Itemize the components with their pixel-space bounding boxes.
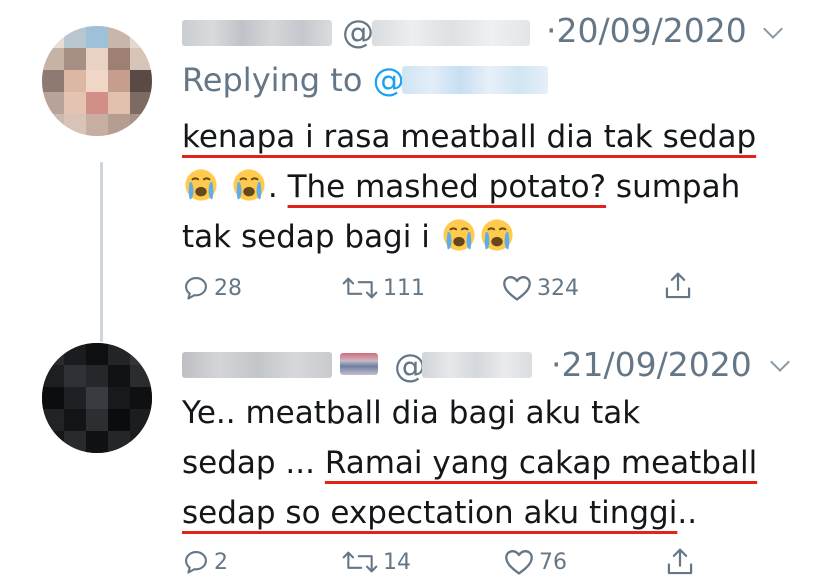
like-button[interactable]: 324: [501, 274, 579, 302]
replying-to-label: Replying to: [182, 61, 373, 99]
tweet-date[interactable]: ·20/09/2020: [546, 11, 747, 51]
reply-icon: [185, 277, 207, 300]
loudly-crying-face-icon: [480, 218, 514, 252]
tweet-text: Ye.. meatball dia bagi aku tak sedap ...…: [182, 388, 757, 538]
display-name-redacted[interactable]: [182, 352, 332, 378]
user-avatar[interactable]: [42, 343, 152, 453]
handle-redacted[interactable]: [422, 352, 532, 378]
handle-at-sign: @: [342, 13, 374, 51]
retweet-icon: [342, 551, 378, 573]
share-icon: [667, 548, 693, 575]
retweet-button[interactable]: 111: [341, 274, 425, 302]
tweet-text-underlined: sedap so expectation aku tinggi: [182, 495, 678, 531]
user-avatar[interactable]: [42, 26, 152, 136]
tweet-text-underlined: The mashed potato?: [287, 169, 607, 205]
tweet-text: kenapa i rasa meatball dia tak sedap . T…: [182, 112, 756, 262]
thread-connector-line: [100, 162, 103, 342]
reply-icon: [185, 551, 207, 574]
tweet-text-fragment: ..: [677, 495, 698, 531]
flag-emoji-redacted: [340, 353, 378, 375]
chevron-down-icon[interactable]: [770, 352, 790, 372]
chevron-down-icon[interactable]: [763, 19, 783, 39]
loudly-crying-face-icon: [442, 218, 476, 252]
handle-redacted[interactable]: [372, 20, 530, 46]
tweet-text-line: kenapa i rasa meatball dia tak sedap: [182, 119, 757, 155]
tweet-text-underlined: Ramai yang cakap meatball: [324, 445, 758, 481]
tweet-text-fragment: .: [267, 169, 288, 205]
heart-icon: [503, 276, 531, 301]
reply-button[interactable]: 28: [182, 274, 242, 302]
pixelated-avatar-icon: [42, 343, 152, 453]
like-button[interactable]: 76: [503, 548, 567, 576]
retweet-count: 111: [383, 275, 425, 301]
pixelated-avatar-icon: [42, 26, 152, 136]
reply-count: 2: [214, 549, 228, 575]
display-name-redacted[interactable]: [182, 20, 332, 46]
share-button[interactable]: [663, 270, 693, 302]
replying-to-line: Replying to @: [182, 60, 405, 100]
reply-button[interactable]: 2: [182, 548, 228, 576]
share-icon: [665, 272, 691, 299]
mention-handle-redacted[interactable]: [402, 66, 548, 94]
like-count: 76: [539, 549, 567, 575]
tweet-date[interactable]: ·21/09/2020: [551, 345, 752, 385]
retweet-icon: [342, 277, 378, 299]
share-button[interactable]: [665, 546, 695, 578]
retweet-count: 14: [383, 549, 411, 575]
retweet-button[interactable]: 14: [341, 548, 411, 576]
heart-icon: [505, 550, 533, 575]
tweet-text-line: tak sedap bagi i: [182, 219, 440, 255]
tweet-text-line: Ye.. meatball dia bagi aku tak: [182, 395, 641, 431]
loudly-crying-face-icon: [232, 168, 266, 202]
tweet-text-fragment: sedap ...: [182, 445, 325, 481]
like-count: 324: [537, 275, 579, 301]
reply-mention-link[interactable]: @: [373, 61, 405, 99]
reply-count: 28: [214, 275, 242, 301]
loudly-crying-face-icon: [184, 168, 218, 202]
tweet-text-fragment: sumpah: [606, 169, 741, 205]
